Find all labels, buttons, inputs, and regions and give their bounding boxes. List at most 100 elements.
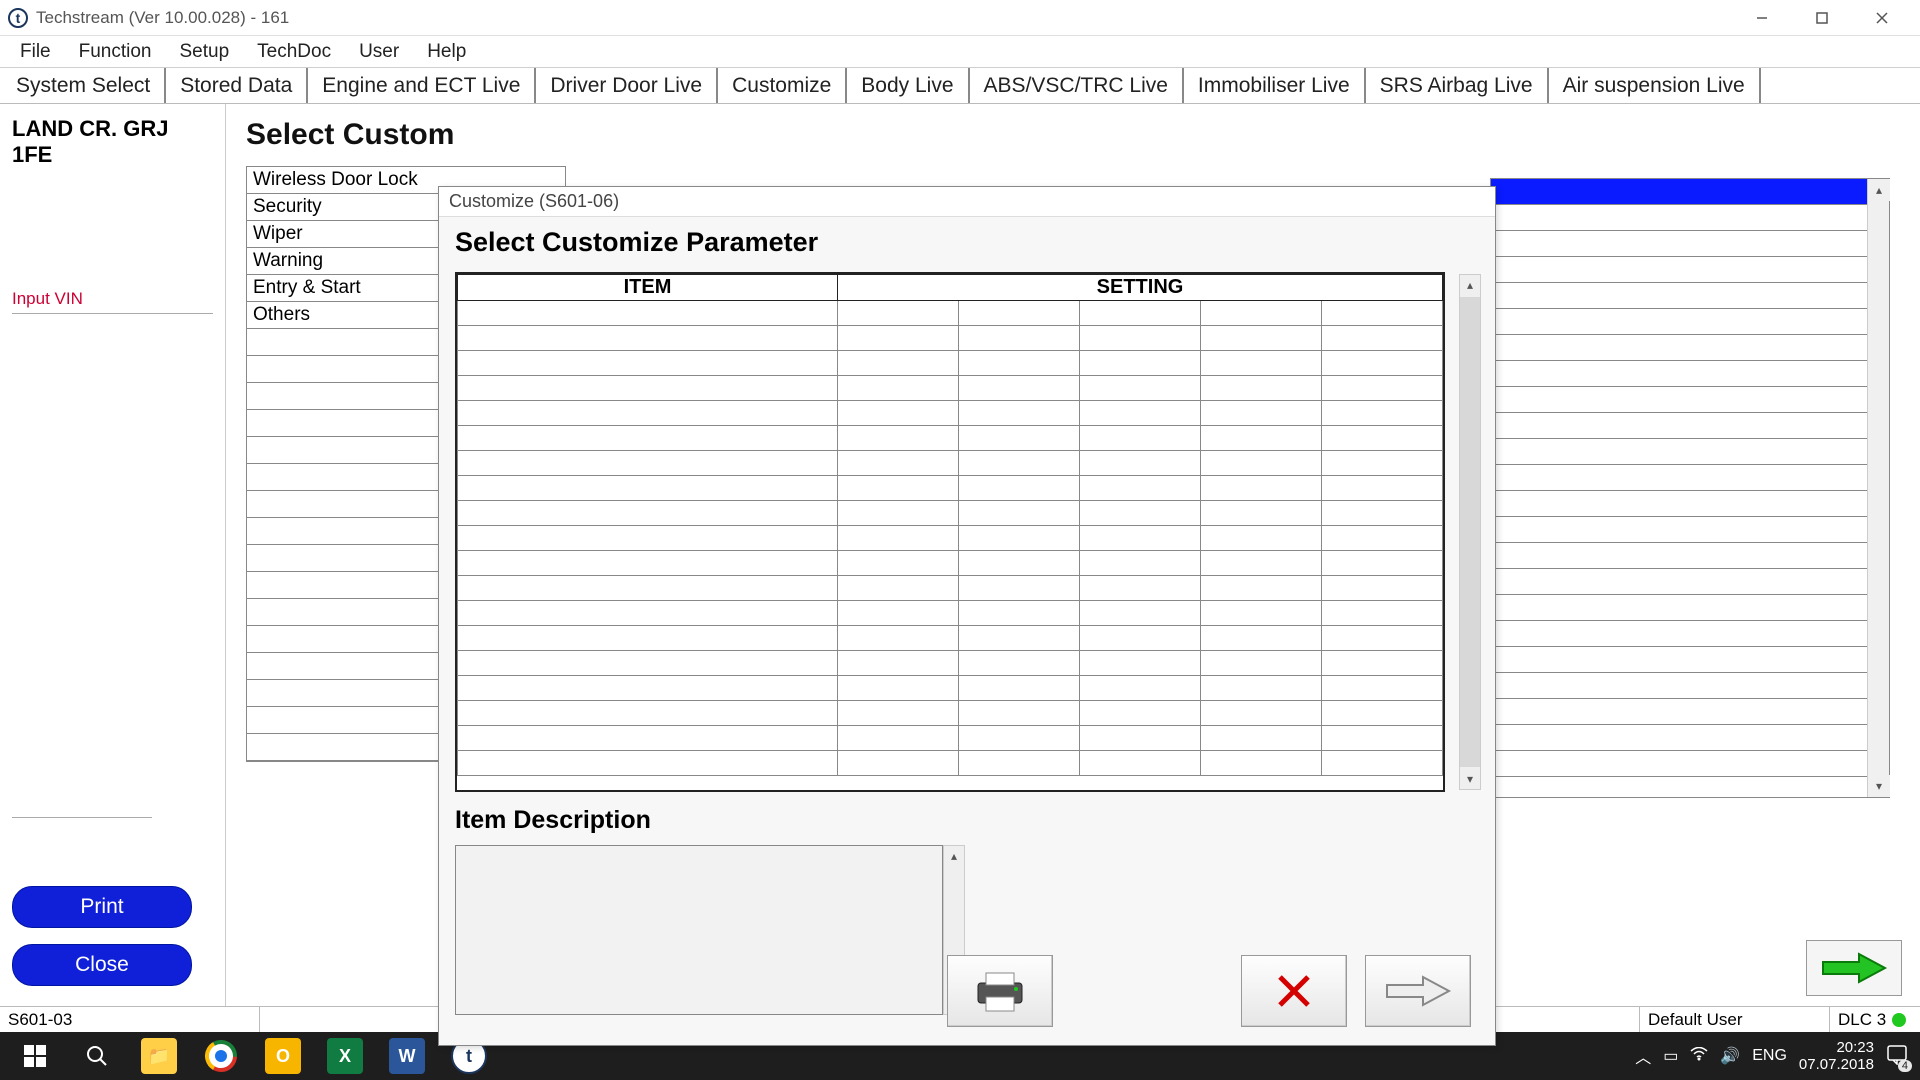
tab-engine-ect-live[interactable]: Engine and ECT Live xyxy=(308,68,536,103)
table-row[interactable] xyxy=(458,751,1443,776)
app-icon: t xyxy=(8,8,28,28)
maximize-button[interactable] xyxy=(1792,0,1852,36)
tabbar: System Select Stored Data Engine and ECT… xyxy=(0,68,1920,104)
scrollbar[interactable]: ▴ ▾ xyxy=(1459,274,1481,790)
grid-row[interactable] xyxy=(1491,621,1889,647)
grid-row[interactable] xyxy=(1491,699,1889,725)
dialog-print-button[interactable] xyxy=(947,955,1053,1027)
table-row[interactable] xyxy=(458,351,1443,376)
table-row[interactable] xyxy=(458,401,1443,426)
table-row[interactable] xyxy=(458,601,1443,626)
dialog-title: Customize (S601-06) xyxy=(439,187,1495,217)
scrollbar[interactable]: ▴ ▾ xyxy=(1867,179,1889,797)
menu-setup[interactable]: Setup xyxy=(166,37,244,67)
tab-abs-vsc-trc-live[interactable]: ABS/VSC/TRC Live xyxy=(970,68,1184,103)
table-row[interactable] xyxy=(458,626,1443,651)
tab-body-live[interactable]: Body Live xyxy=(847,68,969,103)
table-row[interactable] xyxy=(458,676,1443,701)
scroll-up-icon[interactable]: ▴ xyxy=(944,846,964,866)
menu-file[interactable]: File xyxy=(6,37,65,67)
scroll-down-icon[interactable]: ▾ xyxy=(1460,769,1480,789)
folder-icon: 📁 xyxy=(141,1038,177,1074)
chrome-icon xyxy=(205,1040,237,1072)
scroll-down-icon[interactable]: ▾ xyxy=(1868,775,1890,797)
next-button[interactable] xyxy=(1806,940,1902,996)
menu-user[interactable]: User xyxy=(345,37,413,67)
excel-button[interactable]: X xyxy=(314,1032,376,1080)
table-row[interactable] xyxy=(458,501,1443,526)
grid-row[interactable] xyxy=(1491,309,1889,335)
grid-row[interactable] xyxy=(1491,205,1889,231)
grid-row[interactable] xyxy=(1491,257,1889,283)
grid-row[interactable] xyxy=(1491,361,1889,387)
table-row[interactable] xyxy=(458,476,1443,501)
print-button[interactable]: Print xyxy=(12,886,192,928)
grid-row[interactable] xyxy=(1491,673,1889,699)
right-data-grid[interactable]: ▴ ▾ xyxy=(1490,178,1890,798)
notification-center-button[interactable]: 4 xyxy=(1886,1043,1908,1070)
scroll-up-icon[interactable]: ▴ xyxy=(1868,179,1890,201)
tab-srs-airbag-live[interactable]: SRS Airbag Live xyxy=(1366,68,1549,103)
word-button[interactable]: W xyxy=(376,1032,438,1080)
menu-help[interactable]: Help xyxy=(413,37,480,67)
chrome-button[interactable] xyxy=(190,1032,252,1080)
file-explorer-button[interactable]: 📁 xyxy=(128,1032,190,1080)
dialog-cancel-button[interactable] xyxy=(1241,955,1347,1027)
scrollbar-thumb[interactable] xyxy=(1460,297,1480,767)
customize-dialog: Customize (S601-06) Select Customize Par… xyxy=(438,186,1496,1046)
scroll-up-icon[interactable]: ▴ xyxy=(1460,275,1480,295)
parameter-grid[interactable]: ITEM SETTING xyxy=(455,272,1445,792)
grid-row[interactable] xyxy=(1491,725,1889,751)
tray-chevron-icon[interactable]: ︿ xyxy=(1635,1044,1651,1068)
grid-row[interactable] xyxy=(1491,179,1889,205)
grid-row[interactable] xyxy=(1491,387,1889,413)
table-row[interactable] xyxy=(458,551,1443,576)
menu-function[interactable]: Function xyxy=(65,37,166,67)
table-row[interactable] xyxy=(458,426,1443,451)
grid-row[interactable] xyxy=(1491,517,1889,543)
table-row[interactable] xyxy=(458,376,1443,401)
status-dlc: DLC 3 xyxy=(1830,1007,1920,1032)
grid-row[interactable] xyxy=(1491,283,1889,309)
grid-row[interactable] xyxy=(1491,231,1889,257)
battery-icon[interactable]: ▭ xyxy=(1663,1046,1678,1066)
grid-row[interactable] xyxy=(1491,543,1889,569)
tab-air-suspension-live[interactable]: Air suspension Live xyxy=(1549,68,1761,103)
search-button[interactable] xyxy=(66,1032,128,1080)
dialog-next-button[interactable] xyxy=(1365,955,1471,1027)
language-indicator[interactable]: ENG xyxy=(1752,1047,1787,1065)
table-row[interactable] xyxy=(458,326,1443,351)
clock[interactable]: 20:23 07.07.2018 xyxy=(1799,1039,1874,1074)
minimize-button[interactable] xyxy=(1732,0,1792,36)
tab-stored-data[interactable]: Stored Data xyxy=(166,68,308,103)
start-button[interactable] xyxy=(4,1032,66,1080)
tab-system-select[interactable]: System Select xyxy=(2,68,166,103)
grid-row[interactable] xyxy=(1491,439,1889,465)
wifi-icon[interactable] xyxy=(1690,1047,1708,1066)
close-window-button[interactable] xyxy=(1852,0,1912,36)
item-description-label: Item Description xyxy=(455,806,1479,835)
input-vin-link[interactable]: Input VIN xyxy=(12,289,213,309)
table-row[interactable] xyxy=(458,526,1443,551)
table-row[interactable] xyxy=(458,301,1443,326)
tab-customize[interactable]: Customize xyxy=(718,68,847,103)
table-row[interactable] xyxy=(458,651,1443,676)
grid-row[interactable] xyxy=(1491,491,1889,517)
grid-row[interactable] xyxy=(1491,751,1889,777)
tab-immobiliser-live[interactable]: Immobiliser Live xyxy=(1184,68,1366,103)
volume-icon[interactable]: 🔊 xyxy=(1720,1046,1740,1066)
menu-techdoc[interactable]: TechDoc xyxy=(243,37,345,67)
table-row[interactable] xyxy=(458,451,1443,476)
grid-row[interactable] xyxy=(1491,335,1889,361)
grid-row[interactable] xyxy=(1491,569,1889,595)
table-row[interactable] xyxy=(458,726,1443,751)
outlook-button[interactable]: O xyxy=(252,1032,314,1080)
grid-row[interactable] xyxy=(1491,647,1889,673)
grid-row[interactable] xyxy=(1491,595,1889,621)
grid-row[interactable] xyxy=(1491,413,1889,439)
close-button[interactable]: Close xyxy=(12,944,192,986)
tab-driver-door-live[interactable]: Driver Door Live xyxy=(536,68,718,103)
table-row[interactable] xyxy=(458,576,1443,601)
table-row[interactable] xyxy=(458,701,1443,726)
grid-row[interactable] xyxy=(1491,465,1889,491)
